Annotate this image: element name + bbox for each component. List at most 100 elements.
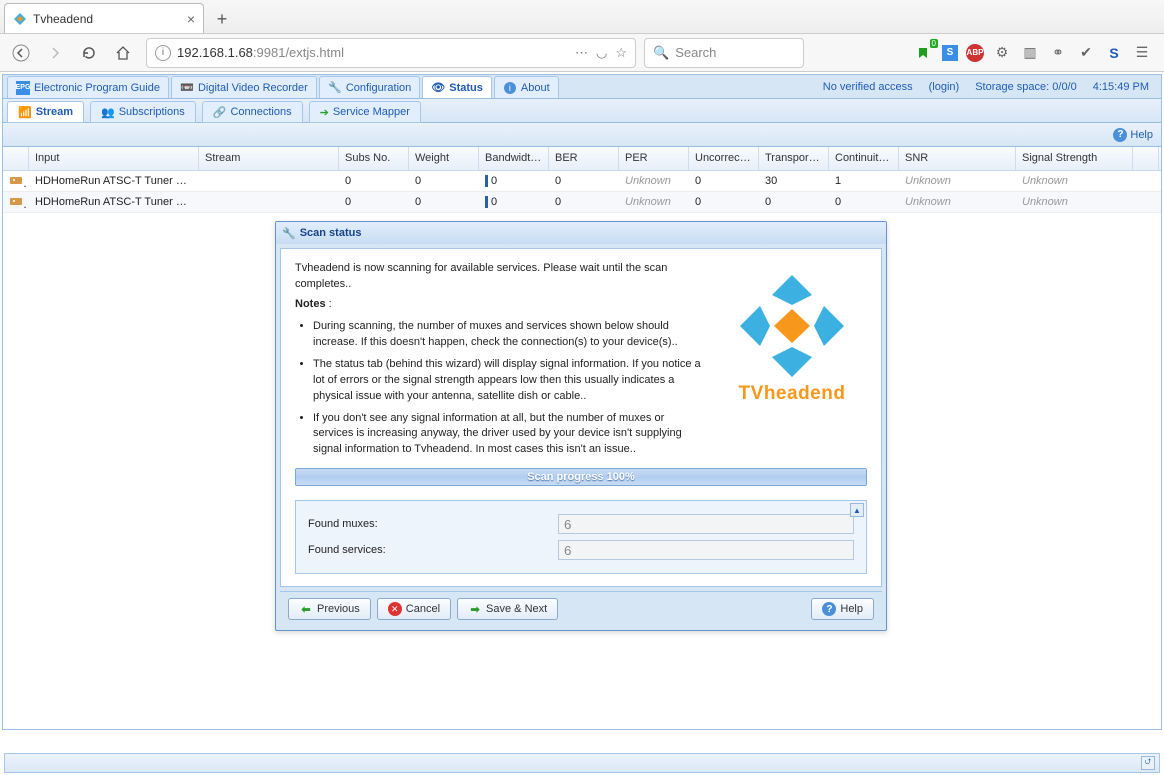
subtab-service-mapper[interactable]: ➔Service Mapper (309, 101, 421, 123)
reload-button[interactable] (74, 38, 104, 68)
cancel-button[interactable]: ✕ Cancel (377, 598, 451, 620)
dialog-button-bar: ⬅Previous ✕ Cancel ➡Save & Next ?Help (280, 591, 882, 626)
storage-status: Storage space: 0/0/0 (975, 81, 1077, 93)
subtab-subscriptions[interactable]: 👥Subscriptions (90, 101, 196, 123)
btn-label: Cancel (406, 603, 440, 615)
pocket-icon[interactable]: ◡ (596, 45, 607, 61)
search-bar[interactable]: 🔍 Search (644, 38, 804, 68)
tab-label: About (521, 82, 550, 94)
col-uncor[interactable]: Uncorrect… (689, 147, 759, 170)
home-button[interactable] (108, 38, 138, 68)
search-placeholder: Search (675, 45, 716, 60)
col-bw[interactable]: Bandwidt… (479, 147, 549, 170)
site-info-icon[interactable]: i (155, 45, 171, 61)
hamburger-menu-icon[interactable]: ☰ (1132, 43, 1152, 63)
stream-icon: 📶 (18, 106, 32, 119)
cell-snr: Unknown (899, 172, 1016, 190)
conn-icon: 🔗 (213, 106, 227, 119)
col-menu[interactable] (1133, 147, 1159, 170)
col-icon[interactable] (3, 147, 29, 170)
subtab-connections[interactable]: 🔗Connections (202, 101, 303, 123)
wrench-icon: 🔧 (328, 81, 342, 95)
col-trans[interactable]: Transport… (759, 147, 829, 170)
page-action-dots-icon[interactable]: ⋯ (575, 45, 588, 61)
note-1: During scanning, the number of muxes and… (313, 319, 707, 351)
cell-sig: Unknown (1016, 172, 1133, 190)
dialog-help-button[interactable]: ?Help (811, 598, 874, 620)
close-icon[interactable]: × (187, 11, 195, 27)
tab-configuration[interactable]: 🔧Configuration (319, 76, 420, 98)
subtab-stream[interactable]: 📶 Stream (7, 101, 84, 123)
arrow-left-icon: ⬅ (299, 602, 313, 616)
tab-status[interactable]: 👁 Status (422, 76, 492, 98)
col-subs[interactable]: Subs No. (339, 147, 409, 170)
extension-abp-icon[interactable]: ABP (966, 44, 984, 62)
btn-label: Save & Next (486, 603, 547, 615)
note-3: If you don't see any signal information … (313, 411, 707, 459)
dialog-title: Scan status (300, 227, 362, 239)
col-sig[interactable]: Signal Strength (1016, 147, 1133, 170)
cell-uncor: 0 (689, 172, 759, 190)
dvr-icon: 📼 (180, 81, 194, 95)
extension-gear-icon[interactable]: ⚙ (992, 43, 1012, 63)
bottom-status-strip: ⮍ (4, 753, 1160, 773)
table-row[interactable]: HDHomeRun ATSC-T Tuner #… 0 0 0 0 Unknow… (3, 192, 1161, 213)
found-services-label: Found services: (308, 544, 558, 556)
extension-s-icon[interactable]: S (942, 45, 958, 61)
subtab-label: Stream (36, 106, 73, 118)
col-stream[interactable]: Stream (199, 147, 339, 170)
table-row[interactable]: HDHomeRun ATSC-T Tuner #… 0 0 0 0 Unknow… (3, 171, 1161, 192)
notes-label: Notes (295, 298, 326, 310)
col-weight[interactable]: Weight (409, 147, 479, 170)
help-button[interactable]: ?Help (1113, 128, 1153, 142)
expand-panel-button[interactable]: ⮍ (1141, 756, 1155, 770)
help-label: Help (1130, 129, 1153, 141)
cell-input: HDHomeRun ATSC-T Tuner #… (29, 193, 199, 211)
cell-trans: 30 (759, 172, 829, 190)
epg-icon: EPG (16, 81, 30, 95)
col-ber[interactable]: BER (549, 147, 619, 170)
cell-subs: 0 (339, 172, 409, 190)
eye-icon: 👁 (431, 81, 445, 95)
url-bar[interactable]: i 192.168.1.68:9981/extjs.html ⋯ ◡ ☆ (146, 38, 636, 68)
bookmark-star-icon[interactable]: ☆ (615, 45, 627, 61)
extension-gears-icon[interactable]: ⚭ (1048, 43, 1068, 63)
cell-subs: 0 (339, 193, 409, 211)
found-muxes-label: Found muxes: (308, 518, 558, 530)
dialog-body: TVheadend Tvheadend is now scanning for … (280, 248, 882, 587)
col-snr[interactable]: SNR (899, 147, 1016, 170)
save-next-button[interactable]: ➡Save & Next (457, 598, 558, 620)
help-icon: ? (1113, 128, 1127, 142)
cell-bw: 0 (479, 193, 549, 211)
back-button[interactable] (6, 38, 36, 68)
top-status: No verified access (login) Storage space… (823, 76, 1157, 98)
cancel-icon: ✕ (388, 602, 402, 616)
tvheadend-logo: TVheadend (717, 263, 867, 413)
dialog-title-bar[interactable]: 🔧 Scan status (276, 222, 886, 244)
tab-label: Status (449, 82, 483, 94)
extension-check-icon[interactable]: ✔ (1076, 43, 1096, 63)
cell-stream (199, 199, 339, 205)
cell-cont: 0 (829, 193, 899, 211)
cell-stream (199, 178, 339, 184)
cell-snr: Unknown (899, 193, 1016, 211)
logo-text: TVheadend (739, 383, 846, 405)
library-icon[interactable]: ▥ (1020, 43, 1040, 63)
tab-about[interactable]: i About (494, 76, 559, 98)
tuner-icon (3, 191, 29, 214)
scroll-up-button[interactable]: ▲ (850, 503, 864, 517)
tab-epg[interactable]: EPGElectronic Program Guide (7, 76, 169, 98)
col-per[interactable]: PER (619, 147, 689, 170)
info-icon: i (503, 81, 517, 95)
login-link[interactable]: (login) (929, 81, 960, 93)
col-input[interactable]: Input (29, 147, 199, 170)
col-cont[interactable]: Continuity… (829, 147, 899, 170)
tab-dvr[interactable]: 📼Digital Video Recorder (171, 76, 317, 98)
forward-button (40, 38, 70, 68)
new-tab-button[interactable]: + (208, 5, 236, 33)
extension-s2-icon[interactable]: S (1104, 43, 1124, 63)
cell-cont: 1 (829, 172, 899, 190)
previous-button[interactable]: ⬅Previous (288, 598, 371, 620)
extension-ublock-icon[interactable]: 0 (914, 43, 934, 63)
browser-tab[interactable]: Tvheadend × (4, 3, 204, 33)
